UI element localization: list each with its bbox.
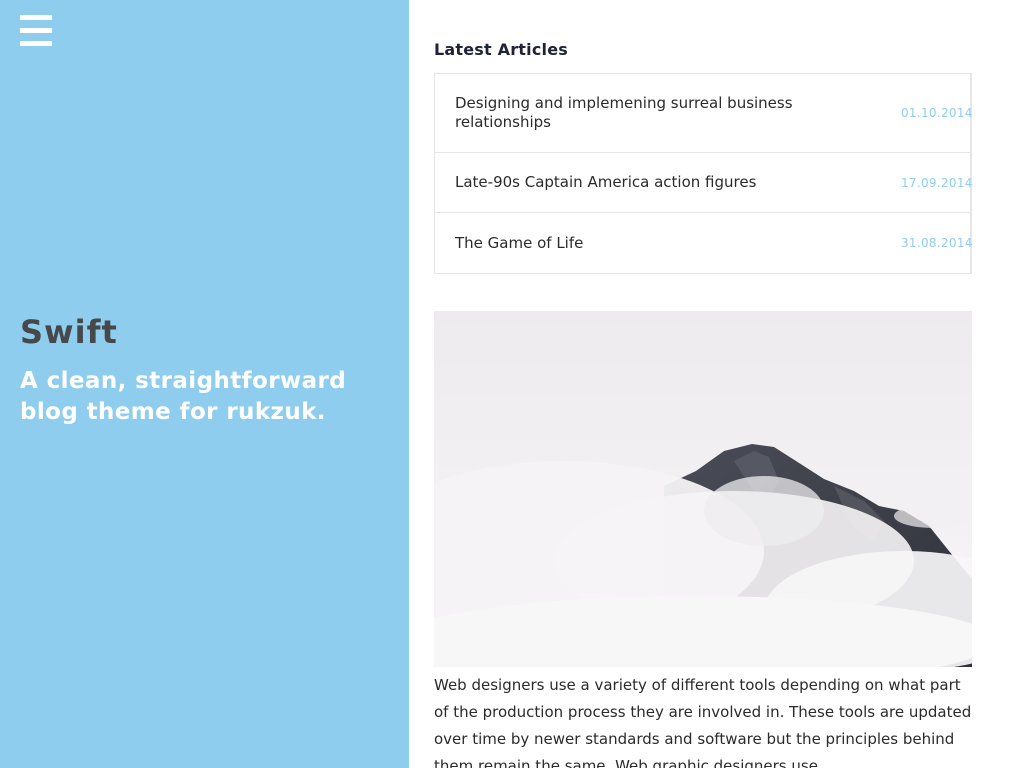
misty-mountain-photo — [434, 311, 972, 667]
site-tagline: A clean, straightforward blog theme for … — [20, 368, 347, 425]
hamburger-menu-icon[interactable] — [20, 15, 52, 46]
mountain-illustration — [434, 311, 972, 667]
sidebar: Swift A clean, straightforward blog them… — [0, 0, 409, 768]
menu-bar — [20, 41, 52, 46]
article-row[interactable]: The Game of Life 31.08.2014 — [435, 213, 973, 273]
article-title[interactable]: The Game of Life — [455, 234, 835, 253]
article-body-text: Web designers use a variety of different… — [434, 676, 972, 768]
article-date: 01.10.2014 — [901, 106, 973, 120]
menu-bar — [20, 15, 52, 20]
main-content: Latest Articles Designing and implemenin… — [434, 0, 974, 768]
site-title[interactable]: Swift — [20, 313, 118, 351]
menu-bar — [20, 28, 52, 33]
article-date: 31.08.2014 — [901, 236, 973, 250]
latest-articles-heading: Latest Articles — [434, 40, 568, 59]
article-date: 17.09.2014 — [901, 175, 973, 190]
article-title[interactable]: Late-90s Captain America action figures — [455, 173, 835, 192]
article-row[interactable]: Late-90s Captain America action figures … — [435, 153, 973, 213]
article-row[interactable]: Designing and implemening surreal busine… — [435, 74, 973, 153]
article-title[interactable]: Designing and implemening surreal busine… — [455, 94, 835, 132]
article-list: Designing and implemening surreal busine… — [434, 73, 972, 274]
